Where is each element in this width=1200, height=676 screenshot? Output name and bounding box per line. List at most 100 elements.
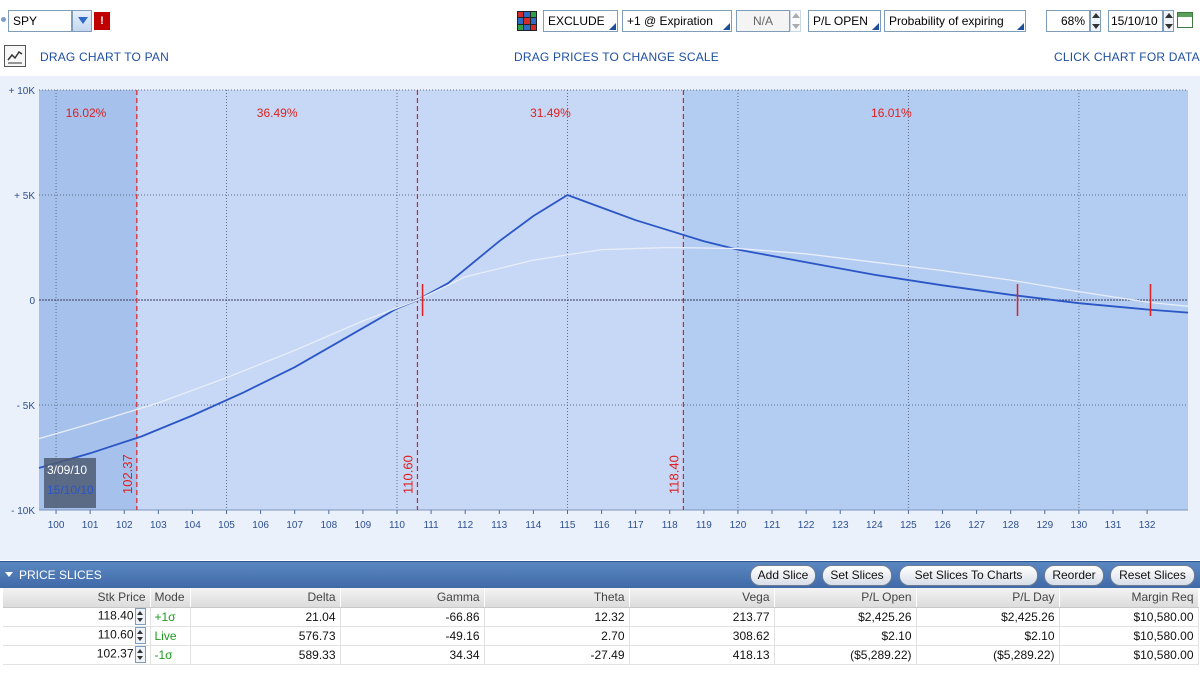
date-input[interactable]: 15/10/10	[1108, 10, 1163, 32]
stk-price-value: 110.60	[97, 627, 134, 642]
x-tick-label: 131	[1105, 520, 1122, 531]
x-tick-label: 117	[628, 520, 644, 531]
x-tick-label: 109	[355, 520, 372, 531]
symbol-dropdown-button[interactable]	[72, 10, 92, 32]
reset-slices-button[interactable]: Reset Slices	[1110, 565, 1195, 586]
price-slice-label[interactable]: 110.60	[400, 455, 415, 494]
alert-icon[interactable]: !	[94, 12, 110, 30]
stk-price-cell[interactable]: 102.37	[3, 645, 151, 665]
drag-to-scale-link[interactable]: DRAG PRICES TO CHANGE SCALE	[514, 50, 719, 64]
y-tick-label: - 5K	[17, 401, 36, 412]
column-header-gamma[interactable]: Gamma	[340, 588, 485, 608]
y-tick-label: 0	[29, 296, 35, 307]
set-slices-to-charts-button[interactable]: Set Slices To Charts	[899, 565, 1038, 586]
margin-req-cell: $10,580.00	[1059, 645, 1199, 665]
column-header-pl-open[interactable]: P/L Open	[774, 588, 917, 608]
reorder-button[interactable]: Reorder	[1044, 565, 1104, 586]
x-tick-label: 115	[559, 520, 575, 531]
mode-cell: -1σ	[150, 645, 191, 665]
pl-open-cell: $2.10	[774, 626, 917, 646]
column-header-vega[interactable]: Vega	[629, 588, 775, 608]
probability-mode-select[interactable]: Probability of expiring	[884, 10, 1026, 32]
price-range-spinner[interactable]	[1090, 10, 1101, 32]
commissions-grid-icon[interactable]	[517, 11, 537, 31]
x-tick-label: 106	[252, 520, 269, 531]
commissions-select[interactable]: EXCLUDE	[543, 10, 618, 32]
x-tick-label: 111	[423, 520, 439, 531]
price-slice-label[interactable]: 102.37	[120, 454, 135, 494]
vega-cell: 213.77	[629, 607, 775, 627]
price-slice-label[interactable]: 118.40	[666, 455, 681, 494]
x-tick-label: 107	[286, 520, 303, 531]
x-tick-label: 121	[764, 520, 781, 531]
column-header-delta[interactable]: Delta	[190, 588, 341, 608]
x-tick-label: 125	[900, 520, 917, 531]
x-tick-label: 132	[1139, 520, 1156, 531]
x-tick-label: 124	[866, 520, 883, 531]
vega-cell: 418.13	[629, 645, 775, 665]
add-slice-button[interactable]: Add Slice	[750, 565, 816, 586]
x-tick-label: 114	[525, 520, 541, 531]
risk-profile-chart[interactable]: 100 101 102 103 104 105 106 107 108 109 110 111 112 1…	[0, 76, 1200, 560]
x-tick-label: 113	[491, 520, 507, 531]
pl-open-cell: $2,425.26	[774, 607, 917, 627]
table-header-row: Stk Price Mode Delta Gamma Theta Vega P/…	[3, 588, 1199, 608]
x-tick-label: 118	[662, 520, 678, 531]
pl-day-cell: ($5,289.22)	[916, 645, 1060, 665]
x-tick-label: 100	[48, 520, 65, 531]
x-tick-label: 128	[1002, 520, 1019, 531]
x-tick-label: 127	[968, 520, 985, 531]
chart-hints-bar: DRAG CHART TO PAN DRAG PRICES TO CHANGE …	[0, 40, 1200, 74]
mode-cell: +1σ	[150, 607, 191, 627]
step-spinner[interactable]	[790, 10, 801, 32]
stk-price-spinner[interactable]	[134, 627, 146, 644]
x-tick-label: 103	[150, 520, 167, 531]
price-slices-title[interactable]: PRICE SLICES	[5, 568, 102, 582]
date-spinner[interactable]	[1163, 10, 1174, 32]
price-slices-header[interactable]: PRICE SLICES Add Slice Set Slices Set Sl…	[0, 561, 1200, 588]
x-tick-label: 104	[184, 520, 201, 531]
probability-zone-label: 31.49%	[530, 106, 571, 120]
set-slices-button[interactable]: Set Slices	[822, 565, 892, 586]
x-tick-label: 102	[116, 520, 133, 531]
stk-price-cell[interactable]: 118.40	[3, 607, 151, 627]
risk-profile-chart-svg[interactable]: 100 101 102 103 104 105 106 107 108 109 110 111 112 1…	[0, 76, 1200, 560]
toolbar: SPY ! EXCLUDE +1 @ Expiration N/A P/L OP…	[0, 0, 1200, 40]
table-row[interactable]: 102.37 -1σ 589.33 34.34 -27.49 418.13 ($…	[3, 645, 1199, 665]
symbol-input[interactable]: SPY	[8, 10, 72, 32]
stk-price-cell[interactable]: 110.60	[3, 626, 151, 646]
stk-price-spinner[interactable]	[134, 646, 146, 663]
delta-cell: 21.04	[190, 607, 341, 627]
chart-toggle-button[interactable]	[4, 45, 26, 67]
column-header-stk-price[interactable]: Stk Price	[3, 588, 151, 608]
theta-cell: 12.32	[484, 607, 630, 627]
stk-price-value: 102.37	[96, 646, 134, 661]
step-input[interactable]: N/A	[736, 10, 790, 32]
start-date-label: 3/09/10	[47, 463, 87, 477]
stk-price-value: 118.40	[97, 608, 134, 623]
gamma-cell: -49.16	[340, 626, 485, 646]
x-tick-label: 101	[82, 520, 99, 531]
drag-to-pan-link[interactable]: DRAG CHART TO PAN	[40, 50, 169, 64]
x-tick-label: 108	[320, 520, 337, 531]
y-tick-label: - 10K	[11, 506, 35, 517]
column-header-mode[interactable]: Mode	[150, 588, 191, 608]
x-tick-label: 123	[832, 520, 849, 531]
theta-cell: 2.70	[484, 626, 630, 646]
x-tick-label: 120	[730, 520, 747, 531]
column-header-pl-day[interactable]: P/L Day	[916, 588, 1060, 608]
mode-cell: Live	[150, 626, 191, 646]
table-row[interactable]: 110.60 Live 576.73 -49.16 2.70 308.62 $2…	[3, 626, 1199, 646]
column-header-margin-req[interactable]: Margin Req	[1059, 588, 1199, 608]
table-row[interactable]: 118.40 +1σ 21.04 -66.86 12.32 213.77 $2,…	[3, 607, 1199, 627]
x-tick-label: 122	[798, 520, 815, 531]
plot-what-select[interactable]: +1 @ Expiration	[622, 10, 732, 32]
pl-mode-select[interactable]: P/L OPEN	[808, 10, 881, 32]
calendar-icon[interactable]	[1177, 12, 1193, 28]
price-range-input[interactable]: 68%	[1046, 10, 1090, 32]
click-for-data-link[interactable]: CLICK CHART FOR DATA	[1054, 50, 1200, 64]
stk-price-spinner[interactable]	[134, 608, 146, 625]
vega-cell: 308.62	[629, 626, 775, 646]
x-tick-label: 129	[1036, 520, 1053, 531]
column-header-theta[interactable]: Theta	[484, 588, 630, 608]
